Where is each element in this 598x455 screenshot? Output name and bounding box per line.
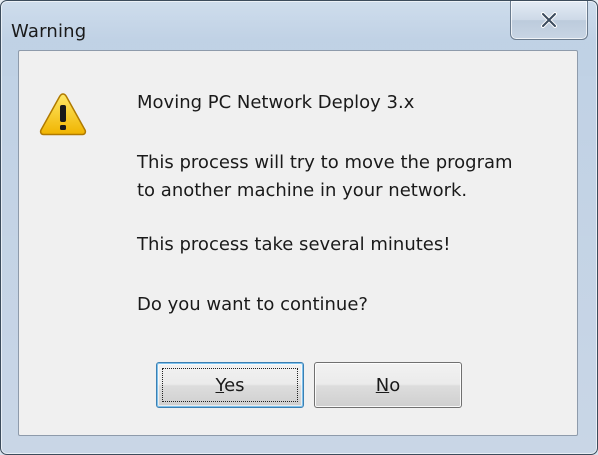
no-mnemonic: N bbox=[375, 374, 390, 396]
window-title: Warning bbox=[11, 21, 87, 42]
yes-button-label: Yes bbox=[215, 375, 244, 396]
warning-icon bbox=[39, 93, 87, 136]
no-button[interactable]: No bbox=[314, 362, 462, 408]
close-icon bbox=[541, 12, 557, 28]
yes-label-rest: es bbox=[224, 374, 245, 396]
no-label-rest: o bbox=[389, 374, 401, 396]
dialog-content: Moving PC Network Deploy 3.x This proces… bbox=[18, 50, 578, 436]
close-button[interactable] bbox=[510, 1, 588, 40]
no-button-label: No bbox=[376, 375, 400, 396]
yes-mnemonic: Y bbox=[215, 374, 225, 396]
message-question: Do you want to continue? bbox=[137, 294, 368, 315]
message-line-3: This process take several minutes! bbox=[137, 234, 451, 255]
message-line-2: to another machine in your network. bbox=[137, 180, 468, 201]
yes-button[interactable]: Yes bbox=[156, 362, 304, 408]
warning-dialog: Warning Moving PC Network Deploy 3.x Thi… bbox=[0, 0, 598, 455]
message-line-1: This process will try to move the progra… bbox=[137, 152, 513, 173]
message-heading: Moving PC Network Deploy 3.x bbox=[137, 92, 415, 113]
